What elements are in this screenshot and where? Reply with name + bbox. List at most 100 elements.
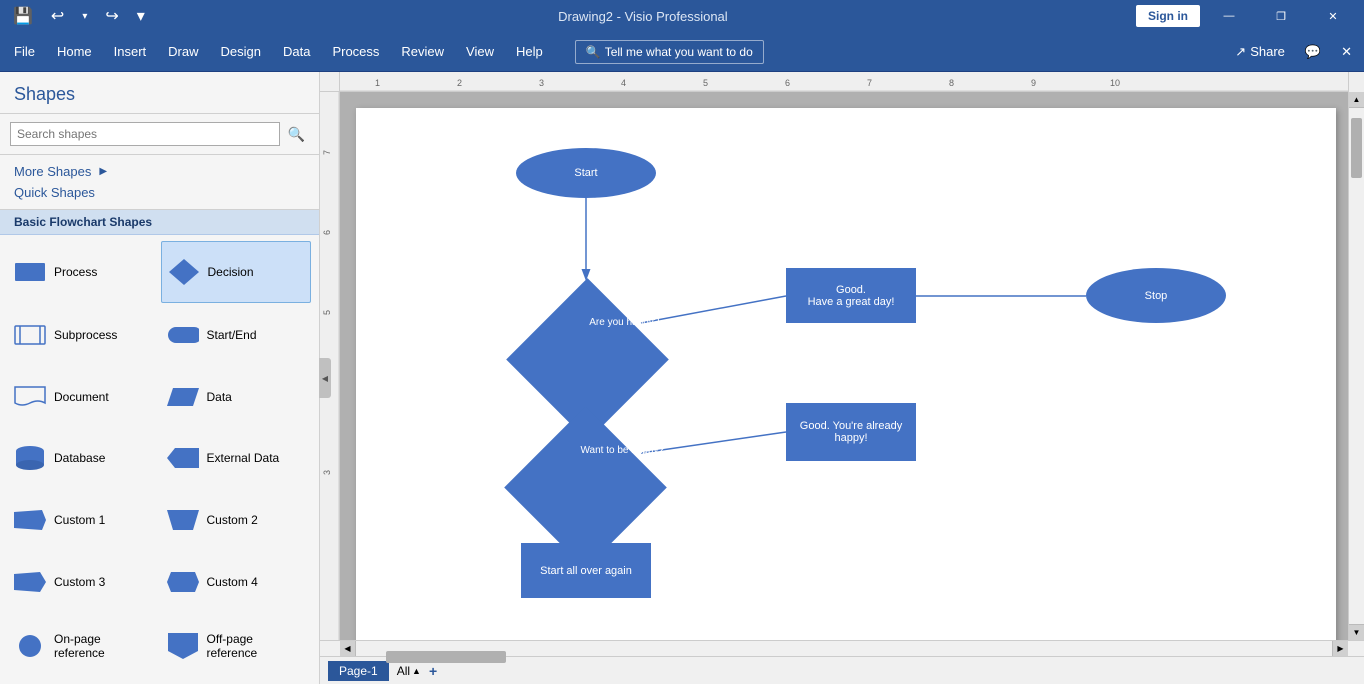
search-input[interactable] xyxy=(10,122,280,146)
menubar: File Home Insert Draw Design Data Proces… xyxy=(0,32,1364,72)
offpage-label: Off-page reference xyxy=(207,632,306,660)
svg-text:1: 1 xyxy=(375,78,380,88)
comment-button[interactable]: 💬 xyxy=(1297,40,1329,64)
horizontal-scrollbar[interactable]: ◀ ▶ xyxy=(340,641,1348,656)
minimize-button[interactable]: — xyxy=(1206,0,1252,32)
menu-insert[interactable]: Insert xyxy=(104,38,157,65)
subprocess-icon xyxy=(14,323,46,347)
canvas-wrapper: 1 2 3 4 5 6 7 8 9 10 xyxy=(320,72,1364,684)
restore-button[interactable]: ❐ xyxy=(1258,0,1304,32)
quick-shapes-item[interactable]: Quick Shapes xyxy=(14,182,305,203)
custom3-icon xyxy=(14,570,46,594)
data-label: Data xyxy=(207,390,232,404)
page-tab-page1[interactable]: Page-1 xyxy=(328,661,389,681)
canvas-shape-startover[interactable]: Start all over again xyxy=(521,543,651,598)
shape-onpage[interactable]: On-page reference xyxy=(8,614,159,678)
shape-data[interactable]: Data xyxy=(161,367,312,427)
scrollbar-left[interactable]: ◀ xyxy=(340,641,356,657)
shape-decision[interactable]: Decision xyxy=(161,241,312,303)
shape-custom1[interactable]: Custom 1 xyxy=(8,490,159,550)
all-label: All xyxy=(397,664,410,678)
document-icon xyxy=(14,385,46,409)
svg-text:7: 7 xyxy=(867,78,872,88)
canvas-page: Start Are you happy? Good. Have a great … xyxy=(356,108,1336,640)
menu-view[interactable]: View xyxy=(456,38,504,65)
scrollbar-thumb[interactable] xyxy=(1351,118,1362,178)
svg-text:8: 8 xyxy=(949,78,954,88)
tell-me-input[interactable]: 🔍 Tell me what you want to do xyxy=(575,40,764,64)
custom1-label: Custom 1 xyxy=(54,513,105,527)
undo-dropdown-icon[interactable]: ▾ xyxy=(77,9,92,24)
all-arrow-icon: ▲ xyxy=(412,666,421,676)
menu-data[interactable]: Data xyxy=(273,38,320,65)
menu-process[interactable]: Process xyxy=(322,38,389,65)
all-pages-button[interactable]: All ▲ xyxy=(397,664,421,678)
tell-me-text: Tell me what you want to do xyxy=(605,45,753,59)
titlebar-left: 💾 ↩ ▾ ↪ ▾ xyxy=(8,4,150,28)
more-shapes-item[interactable]: More Shapes ▶ xyxy=(14,161,305,182)
database-icon xyxy=(14,446,46,470)
scrollbar-up[interactable]: ▲ xyxy=(1349,92,1364,108)
shape-startend[interactable]: Start/End xyxy=(161,305,312,365)
more-shapes-arrow: ▶ xyxy=(99,166,107,177)
sidebar-title: Shapes xyxy=(0,72,319,114)
hscroll-thumb[interactable] xyxy=(386,651,506,663)
sidebar: Shapes 🔍 More Shapes ▶ Quick Shapes Basi… xyxy=(0,72,320,684)
sidebar-collapse-button[interactable]: ◀ xyxy=(319,358,331,398)
menu-help[interactable]: Help xyxy=(506,38,553,65)
shape-database[interactable]: Database xyxy=(8,429,159,489)
scrollbar-down[interactable]: ▼ xyxy=(1349,624,1364,640)
vertical-scrollbar[interactable]: ▲ ▼ xyxy=(1348,92,1364,640)
canvas-shape-stop[interactable]: Stop xyxy=(1086,268,1226,323)
menu-draw[interactable]: Draw xyxy=(158,38,208,65)
shape-custom4[interactable]: Custom 4 xyxy=(161,552,312,612)
shape-document[interactable]: Document xyxy=(8,367,159,427)
canvas-main: 7 6 5 4 3 xyxy=(320,92,1364,640)
shape-subprocess[interactable]: Subprocess xyxy=(8,305,159,365)
search-button[interactable]: 🔍 xyxy=(284,124,309,145)
menu-file[interactable]: File xyxy=(4,38,45,65)
database-label: Database xyxy=(54,451,105,465)
happy1-label: Are you happy? xyxy=(566,317,681,328)
shape-offpage[interactable]: Off-page reference xyxy=(161,614,312,678)
titlebar-right: Sign in — ❐ ✕ xyxy=(1136,0,1356,32)
share-button[interactable]: ↗ Share xyxy=(1227,40,1293,64)
shape-external-data[interactable]: External Data xyxy=(161,429,312,489)
custom2-label: Custom 2 xyxy=(207,513,258,527)
titlebar: 💾 ↩ ▾ ↪ ▾ Drawing2 - Visio Professional … xyxy=(0,0,1364,32)
ruler-corner-right xyxy=(1348,72,1364,92)
canvas-shape-start[interactable]: Start xyxy=(516,148,656,198)
process-label: Process xyxy=(54,265,97,279)
svg-text:5: 5 xyxy=(322,310,332,315)
menu-home[interactable]: Home xyxy=(47,38,102,65)
search-bar: 🔍 xyxy=(0,114,319,155)
add-page-button[interactable]: + xyxy=(429,663,437,679)
menu-design[interactable]: Design xyxy=(211,38,271,65)
shape-custom2[interactable]: Custom 2 xyxy=(161,490,312,550)
canvas-scroll-area[interactable]: Start Are you happy? Good. Have a great … xyxy=(340,92,1348,640)
canvas-shape-alreadyhappy[interactable]: Good. You're already happy! xyxy=(786,403,916,461)
save-icon[interactable]: 💾 xyxy=(8,4,38,28)
more-shapes-label: More Shapes xyxy=(14,164,91,179)
menubar-right: ↗ Share 💬 ✕ xyxy=(1227,40,1360,64)
menu-review[interactable]: Review xyxy=(391,38,454,65)
more-qat-icon[interactable]: ▾ xyxy=(132,4,150,28)
svg-text:10: 10 xyxy=(1110,78,1120,88)
startend-icon xyxy=(167,323,199,347)
canvas-shape-goodday[interactable]: Good. Have a great day! xyxy=(786,268,916,323)
shape-custom3[interactable]: Custom 3 xyxy=(8,552,159,612)
scrollbar-right[interactable]: ▶ xyxy=(1332,641,1348,657)
search-icon: 🔍 xyxy=(586,45,601,59)
close-button[interactable]: ✕ xyxy=(1310,0,1356,32)
external-data-icon xyxy=(167,446,199,470)
shape-process[interactable]: Process xyxy=(8,241,159,303)
custom3-label: Custom 3 xyxy=(54,575,105,589)
ribbon-close-button[interactable]: ✕ xyxy=(1333,40,1360,64)
signin-button[interactable]: Sign in xyxy=(1136,5,1200,27)
hscroll-corner xyxy=(320,641,340,656)
redo-icon[interactable]: ↪ xyxy=(100,4,123,28)
external-data-label: External Data xyxy=(207,451,280,465)
startend-label: Start/End xyxy=(207,328,257,342)
connectors-svg xyxy=(356,108,1336,640)
undo-icon[interactable]: ↩ xyxy=(46,4,69,28)
